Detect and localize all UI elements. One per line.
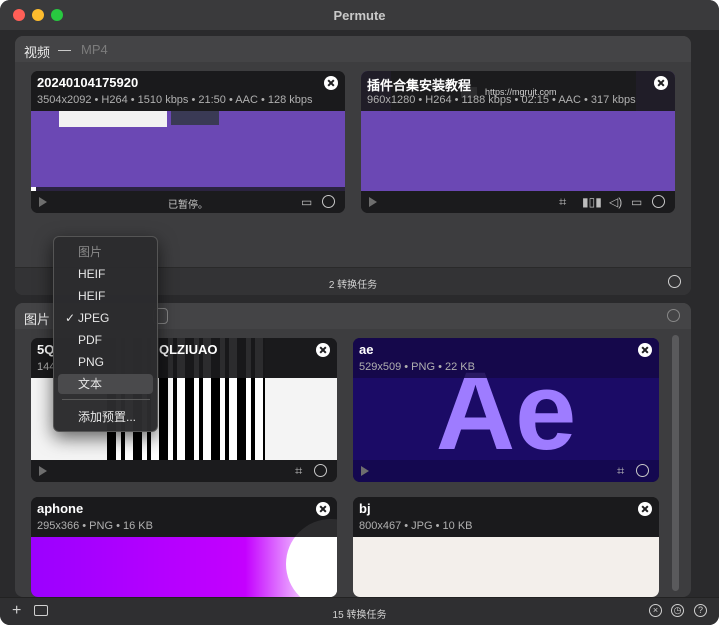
menu-item-pdf[interactable]: PDF — [58, 330, 153, 350]
card-title-tail: QLZIUAO — [159, 342, 218, 357]
card-meta: 800x467 • JPG • 10 KB — [359, 520, 473, 532]
card-header: bj 800x467 • JPG • 10 KB — [353, 497, 659, 537]
card-title: 20240104175920 — [37, 75, 139, 90]
video-card[interactable]: 20240104175920 3504x2092 • H264 • 1510 k… — [31, 71, 345, 213]
menu-item-heif-2[interactable]: HEIF — [58, 286, 153, 306]
card-title: bj — [359, 501, 371, 516]
video-panel-header: 视频 — MP4 — [15, 36, 691, 62]
thumbnail-url: https://mgrujt.com — [485, 87, 557, 97]
close-icon[interactable] — [638, 502, 652, 516]
crop-icon[interactable]: ⌗ — [295, 464, 302, 478]
video-thumbnail — [31, 111, 345, 191]
subtitle-icon[interactable]: ▭ — [301, 195, 312, 209]
menu-item-text[interactable]: 文本 — [58, 374, 153, 394]
menu-item-add-preset[interactable]: 添加预置... — [58, 407, 153, 427]
card-header: ae 529x509 • PNG • 22 KB — [353, 338, 659, 378]
conversion-status: 已暂停。 — [168, 200, 208, 211]
help-icon[interactable]: ? — [694, 604, 707, 617]
crop-icon[interactable]: ⌗ — [559, 195, 566, 209]
window-title: Permute — [333, 8, 386, 23]
play-icon[interactable] — [39, 466, 47, 476]
menu-header-images: 图片 — [78, 245, 103, 259]
close-icon[interactable] — [654, 76, 668, 90]
image-list-scrollbar[interactable] — [672, 335, 679, 591]
image-card[interactable]: ae 529x509 • PNG • 22 KB Ae ⌗ — [353, 338, 659, 482]
start-icon[interactable] — [667, 309, 680, 322]
settings-icon[interactable] — [314, 464, 327, 477]
play-icon[interactable] — [369, 197, 377, 207]
video-section-title: 视频 — [24, 45, 51, 60]
settings-icon[interactable] — [322, 195, 335, 208]
image-card[interactable]: aphone 295x366 • PNG • 16 KB — [31, 497, 337, 597]
menu-item-jpeg-row[interactable]: ✓ JPEG — [58, 308, 153, 328]
card-toolbar: ⌗ ▮▯▮ ◁) ▭ — [361, 191, 675, 213]
video-card[interactable]: 插件合集安装教程 960x1280 • H264 • 1188 kbps • 0… — [361, 71, 675, 213]
card-title: aphone — [37, 501, 84, 516]
menu-item-png[interactable]: PNG — [58, 352, 153, 372]
close-icon[interactable] — [638, 343, 652, 357]
card-toolbar: 已暂停。 ▭ — [31, 191, 345, 213]
bottom-status-bar: + 15 转换任务 × ◷ ? — [0, 597, 719, 625]
image-section-title: 图片 — [24, 312, 51, 327]
crop-icon[interactable]: ⌗ — [617, 464, 624, 478]
card-meta: 3504x2092 • H264 • 1510 kbps • 21:50 • A… — [37, 94, 313, 106]
history-icon[interactable]: ◷ — [671, 604, 684, 617]
card-meta: 529x509 • PNG • 22 KB — [359, 361, 475, 373]
title-bar: Permute — [0, 0, 719, 30]
image-thumbnail — [353, 537, 659, 597]
close-icon[interactable] — [324, 76, 338, 90]
close-icon[interactable] — [316, 502, 330, 516]
permute-window: Permute 视频 — MP4 20240104175920 3504x209… — [0, 0, 719, 625]
close-icon[interactable] — [316, 343, 330, 357]
subtitle-icon[interactable]: ▭ — [631, 195, 642, 209]
clear-tasks-icon[interactable] — [668, 275, 681, 288]
card-header: 20240104175920 3504x2092 • H264 • 1510 k… — [31, 71, 345, 111]
card-title: 5Q — [37, 342, 55, 357]
trim-icon[interactable]: ▮▯▮ — [582, 195, 602, 209]
card-toolbar: ⌗ — [31, 460, 337, 482]
menu-item-jpeg: JPEG — [78, 311, 110, 325]
thumbnail-window-shape — [59, 111, 167, 127]
format-dropdown-menu: 图片 HEIF HEIF ✓ JPEG PDF PNG 文本 添加预置... — [53, 236, 158, 432]
video-format-selector[interactable]: MP4 — [81, 42, 108, 57]
image-thumbnail — [31, 519, 337, 597]
card-title: ae — [359, 342, 374, 357]
card-header: aphone 295x366 • PNG • 16 KB — [31, 497, 337, 537]
settings-icon[interactable] — [652, 195, 665, 208]
dash-separator: — — [58, 42, 71, 57]
card-meta: 295x366 • PNG • 16 KB — [37, 520, 153, 532]
play-icon[interactable] — [361, 466, 369, 476]
menu-item-heif[interactable]: HEIF — [58, 264, 153, 284]
settings-icon[interactable] — [636, 464, 649, 477]
total-task-count: 15 转换任务 — [332, 610, 387, 621]
menu-separator — [62, 399, 150, 400]
card-toolbar: ⌗ — [353, 460, 659, 482]
thumbnail-dialog-shape — [171, 111, 219, 125]
card-title: 插件合集安装教程 — [367, 78, 472, 93]
image-card[interactable]: bj 800x467 • JPG • 10 KB — [353, 497, 659, 597]
volume-icon[interactable]: ◁) — [609, 195, 622, 209]
clear-all-icon[interactable]: × — [649, 604, 662, 617]
